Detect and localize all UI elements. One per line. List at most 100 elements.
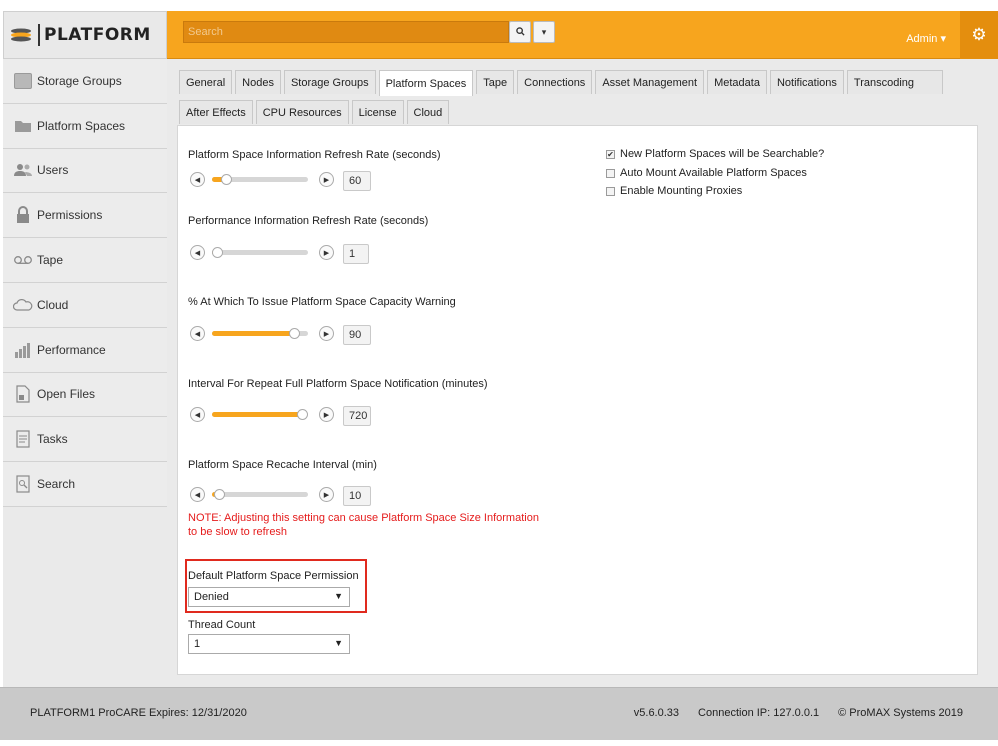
- sidebar-item-search[interactable]: Search: [3, 462, 167, 507]
- repeat-notification-slider[interactable]: [212, 409, 308, 420]
- tab-notifications[interactable]: Notifications: [769, 70, 844, 94]
- top-header: ▾ Admin ▾ ⚙: [167, 11, 998, 59]
- arrow-left-icon: ◀: [194, 249, 201, 257]
- perf-refresh-label: Performance Information Refresh Rate (se…: [188, 215, 429, 227]
- perf-refresh-decrease-button[interactable]: ◀: [190, 245, 205, 260]
- perf-refresh-value[interactable]: 1: [343, 244, 369, 264]
- settings-button[interactable]: ⚙: [960, 11, 998, 59]
- capacity-warning-value[interactable]: 90: [343, 325, 371, 345]
- slider-thumb[interactable]: [212, 247, 223, 258]
- search-input[interactable]: [183, 21, 509, 43]
- slider-thumb[interactable]: [297, 409, 308, 420]
- logo-stack-icon: [10, 28, 32, 42]
- arrow-right-icon: ▶: [323, 411, 330, 419]
- sidebar-item-storage-groups[interactable]: Storage Groups: [3, 59, 167, 104]
- recache-interval-label: Platform Space Recache Interval (min): [188, 459, 377, 471]
- sidebar-item-tasks[interactable]: Tasks: [3, 417, 167, 463]
- search-options-button[interactable]: ▾: [533, 21, 555, 43]
- chevron-down-icon: ▾: [541, 26, 547, 37]
- thread-count-select[interactable]: 1 ▼: [188, 634, 350, 654]
- refresh-rate-label: Platform Space Information Refresh Rate …: [188, 149, 441, 161]
- search-doc-icon: [13, 475, 33, 493]
- main-content: General Nodes Storage Groups Platform Sp…: [167, 59, 998, 687]
- tab-label: Cloud: [413, 106, 443, 119]
- thread-count-label: Thread Count: [188, 619, 256, 631]
- recache-interval-value[interactable]: 10: [343, 486, 371, 506]
- chevron-down-icon: ▾: [940, 33, 946, 45]
- folder-icon: [13, 117, 33, 135]
- admin-menu[interactable]: Admin ▾: [906, 32, 946, 45]
- default-permission-select[interactable]: Denied ▼: [188, 587, 350, 607]
- tab-label: Notifications: [776, 76, 837, 89]
- recache-interval-increase-button[interactable]: ▶: [319, 487, 334, 502]
- refresh-rate-value[interactable]: 60: [343, 171, 371, 191]
- slider-thumb[interactable]: [213, 489, 225, 500]
- searchable-checkbox-row[interactable]: ✔ New Platform Spaces will be Searchable…: [606, 148, 824, 160]
- tab-metadata[interactable]: Metadata: [707, 70, 767, 94]
- recache-interval-decrease-button[interactable]: ◀: [190, 487, 205, 502]
- sidebar: Storage Groups Platform Spaces Users Per…: [3, 59, 167, 687]
- refresh-rate-decrease-button[interactable]: ◀: [190, 172, 205, 187]
- auto-mount-checkbox[interactable]: [606, 168, 615, 178]
- recache-warning-note: NOTE: Adjusting this setting can cause P…: [188, 512, 539, 538]
- auto-mount-checkbox-row[interactable]: Auto Mount Available Platform Spaces: [606, 167, 807, 179]
- capacity-warning-increase-button[interactable]: ▶: [319, 326, 334, 341]
- perf-refresh-increase-button[interactable]: ▶: [319, 245, 334, 260]
- repeat-notification-decrease-button[interactable]: ◀: [190, 407, 205, 422]
- tab-storage-groups[interactable]: Storage Groups: [283, 70, 376, 94]
- sidebar-item-permissions[interactable]: Permissions: [3, 193, 167, 239]
- sidebar-item-open-files[interactable]: Open Files: [3, 372, 167, 418]
- slider-fill: [212, 331, 294, 336]
- repeat-notification-increase-button[interactable]: ▶: [319, 407, 334, 422]
- license-expiry: PLATFORM1 ProCARE Expires: 12/31/2020: [30, 707, 247, 719]
- brand-logo[interactable]: PLATFORM: [3, 11, 167, 59]
- tab-transcoding[interactable]: Transcoding: [846, 70, 944, 94]
- sidebar-item-performance[interactable]: Performance: [3, 327, 167, 373]
- search-button[interactable]: [509, 21, 531, 43]
- tab-nodes[interactable]: Nodes: [235, 70, 281, 94]
- tab-after-effects[interactable]: After Effects: [179, 100, 253, 124]
- slider-thumb[interactable]: [288, 328, 300, 339]
- copyright: © ProMAX Systems 2019: [838, 707, 963, 719]
- sidebar-item-label: Cloud: [37, 297, 69, 312]
- searchable-checkbox[interactable]: ✔: [606, 149, 615, 159]
- recache-interval-slider[interactable]: [212, 489, 308, 500]
- tab-cloud[interactable]: Cloud: [406, 100, 450, 124]
- arrow-left-icon: ◀: [194, 330, 201, 338]
- tab-asset-management[interactable]: Asset Management: [595, 70, 705, 94]
- capacity-warning-decrease-button[interactable]: ◀: [190, 326, 205, 341]
- sidebar-item-tape[interactable]: Tape: [3, 238, 167, 283]
- chevron-down-icon: ▼: [334, 638, 343, 648]
- tab-cpu-resources[interactable]: CPU Resources: [255, 100, 349, 124]
- arrow-right-icon: ▶: [323, 176, 330, 184]
- tab-label: Transcoding: [853, 76, 915, 89]
- mounting-proxies-checkbox-row[interactable]: Enable Mounting Proxies: [606, 185, 742, 197]
- slider-thumb[interactable]: [220, 174, 232, 185]
- refresh-rate-increase-button[interactable]: ▶: [319, 172, 334, 187]
- sidebar-item-cloud[interactable]: Cloud: [3, 282, 167, 328]
- chevron-down-icon: ▼: [334, 591, 343, 601]
- logo-divider: [38, 24, 40, 46]
- lock-icon: [13, 206, 33, 224]
- repeat-notification-value[interactable]: 720: [343, 406, 371, 426]
- sidebar-item-label: Users: [37, 163, 69, 178]
- tab-bar-row-2: After Effects CPU Resources License Clou…: [179, 100, 452, 124]
- refresh-rate-slider[interactable]: [212, 174, 308, 185]
- sidebar-item-platform-spaces[interactable]: Platform Spaces: [3, 103, 167, 149]
- tab-general[interactable]: General: [179, 70, 233, 94]
- tab-platform-spaces[interactable]: Platform Spaces: [378, 70, 474, 96]
- sidebar-item-label: Tasks: [37, 432, 68, 447]
- arrow-right-icon: ▶: [323, 330, 330, 338]
- sidebar-item-label: Platform Spaces: [37, 118, 126, 133]
- tab-license[interactable]: License: [351, 100, 404, 124]
- checkbox-label: Enable Mounting Proxies: [620, 185, 743, 197]
- settings-panel: Platform Space Information Refresh Rate …: [177, 125, 978, 675]
- sidebar-item-label: Open Files: [37, 387, 96, 402]
- perf-refresh-slider[interactable]: [212, 247, 308, 258]
- file-lock-icon: [13, 385, 33, 404]
- tab-tape[interactable]: Tape: [476, 70, 515, 94]
- tab-connections[interactable]: Connections: [517, 70, 593, 94]
- capacity-warning-slider[interactable]: [212, 328, 308, 339]
- sidebar-item-users[interactable]: Users: [3, 148, 167, 194]
- mounting-proxies-checkbox[interactable]: [606, 186, 615, 196]
